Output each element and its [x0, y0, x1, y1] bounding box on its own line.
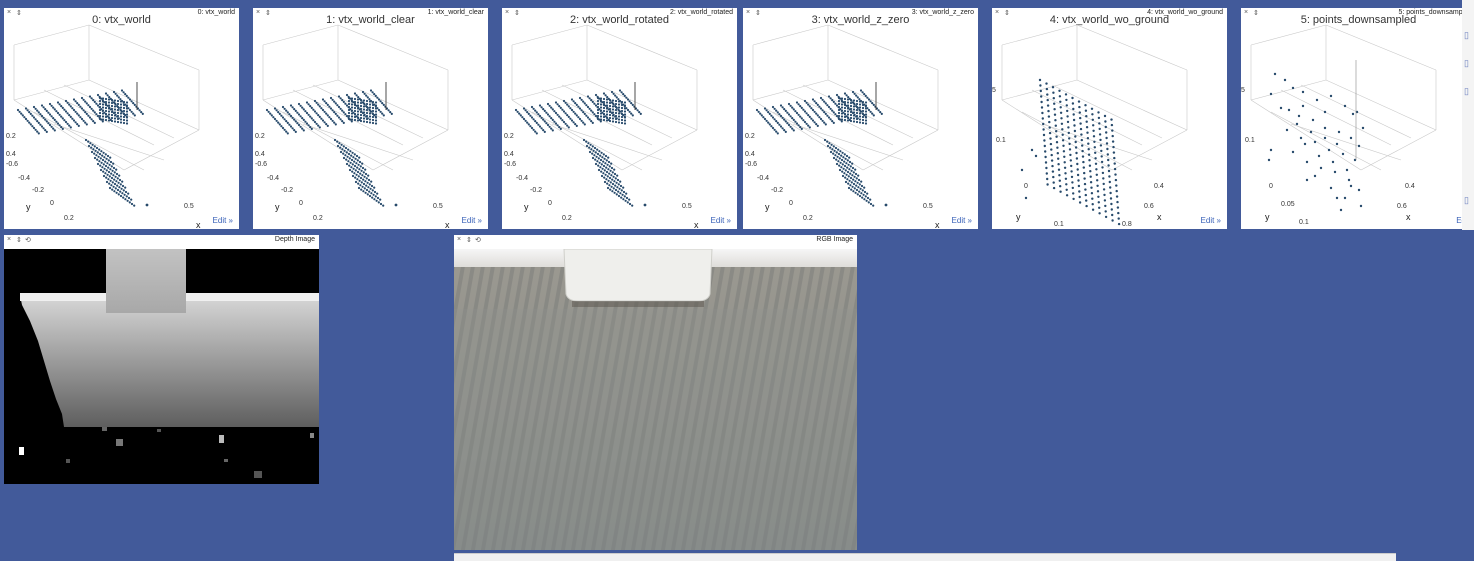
axis-tick: 0: [50, 200, 54, 207]
y-axis-label: y: [275, 202, 280, 212]
axis-tick: 0.2: [504, 133, 514, 140]
x-axis-label: x: [694, 220, 699, 229]
x-axis-label: x: [445, 220, 450, 229]
y-axis-label: y: [524, 202, 529, 212]
axis-tick: -0.4: [267, 175, 279, 182]
axis-box: [262, 24, 449, 171]
plot-window: × ⇕ 1: vtx_world_clear 1: vtx_world_clea…: [253, 8, 488, 229]
axis-tick: 0.1: [996, 137, 1006, 144]
rgb-window-tag: RGB Image: [816, 236, 853, 243]
axis-tick: -0.6: [6, 161, 18, 168]
plot-3d-canvas[interactable]: 0.20.4-0.6-0.4-0.200.20.40.5xy: [502, 20, 737, 229]
close-icon[interactable]: ×: [457, 236, 461, 243]
axis-tick: -0.4: [757, 175, 769, 182]
axis-tick: 0.4: [1154, 183, 1164, 190]
plot-3d-canvas[interactable]: 0.20.4-0.6-0.4-0.200.20.40.5xy: [4, 20, 239, 229]
axis-tick: 0.5: [433, 203, 443, 210]
plot-window: × ⇕ 2: vtx_world_rotated 2: vtx_world_ro…: [502, 8, 737, 229]
rgb-image-window: × ⇕ ⟲ RGB Image: [454, 235, 857, 550]
axis-tick: 0.4: [6, 151, 16, 158]
plot-3d-canvas[interactable]: 0.1 0 0.1 0.4 0.6 0.8 5 x y: [992, 20, 1227, 229]
axis-tick: 0: [1269, 183, 1273, 190]
axis-tick: -0.4: [18, 175, 30, 182]
axis-tick: -0.4: [516, 175, 528, 182]
axis-tick: -0.6: [255, 161, 267, 168]
axis-tick: 0.4: [1405, 183, 1415, 190]
axis-tick: 0.1: [1299, 219, 1309, 226]
axis-box: [752, 24, 939, 171]
plot-3d-canvas[interactable]: 0.20.4-0.6-0.4-0.200.20.40.5xy: [743, 20, 978, 229]
x-axis-label: x: [196, 220, 201, 229]
axis-box: [511, 24, 698, 171]
axis-tick: 0.5: [184, 203, 194, 210]
y-axis-label: y: [765, 202, 770, 212]
axis-tick: 0.5: [682, 203, 692, 210]
axis-tick: 0.2: [64, 215, 74, 222]
axis-tick: 0: [1024, 183, 1028, 190]
close-icon[interactable]: ×: [7, 236, 11, 243]
depth-window-titlebar: × ⇕ ⟲ Depth Image: [4, 235, 319, 247]
axis-tick: 0.2: [6, 133, 16, 140]
plot-3d-canvas[interactable]: 0.20.4-0.6-0.4-0.200.20.40.5xy: [253, 20, 488, 229]
resize-icon[interactable]: ⇕: [16, 236, 22, 244]
axis-box: [13, 24, 200, 171]
rgb-window-titlebar: × ⇕ ⟲ RGB Image: [454, 235, 857, 247]
point-cloud: [1267, 72, 1365, 212]
y-axis-label: y: [1016, 212, 1021, 222]
toolbar-icon[interactable]: ▯: [1464, 30, 1472, 40]
depth-window-tag: Depth Image: [274, 236, 315, 243]
axis-tick: 0.6: [1397, 203, 1407, 210]
axis-tick: 0.1: [1054, 221, 1064, 228]
plot-window: × ⇕ 3: vtx_world_z_zero 3: vtx_world_z_z…: [743, 8, 978, 229]
axis-tick: 0: [548, 200, 552, 207]
plot-window: × ⇕ 4: vtx_world_wo_ground 4: vtx_world_…: [992, 8, 1227, 229]
x-axis-label: x: [935, 220, 940, 229]
plot-3d-canvas[interactable]: 0.1 0 0.05 0.1 0.4 0.6 5 x y: [1241, 20, 1474, 229]
axis-tick: 0.4: [504, 151, 514, 158]
reset-icon[interactable]: ⟲: [475, 236, 481, 244]
axis-tick: 0.2: [255, 133, 265, 140]
axis-tick: -0.2: [771, 187, 783, 194]
axis-tick: 5: [1241, 87, 1245, 94]
axis-tick: -0.6: [745, 161, 757, 168]
resize-icon[interactable]: ⇕: [466, 236, 472, 244]
axis-tick: 0: [789, 200, 793, 207]
axis-tick: 0.4: [745, 151, 755, 158]
axis-box: [1250, 24, 1437, 171]
axis-tick: 5: [992, 87, 996, 94]
x-axis-label: x: [1157, 212, 1162, 222]
axis-tick: 0.2: [803, 215, 813, 222]
axis-tick: 0.05: [1281, 201, 1295, 208]
toolbar-icon[interactable]: ▯: [1464, 195, 1472, 205]
axis-tick: 0.6: [1144, 203, 1154, 210]
axis-tick: 0.8: [1122, 221, 1132, 228]
axis-tick: -0.6: [504, 161, 516, 168]
axis-tick: 0.4: [255, 151, 265, 158]
x-axis-label: x: [1406, 212, 1411, 222]
axis-tick: 0.1: [1245, 137, 1255, 144]
axis-tick: -0.2: [530, 187, 542, 194]
depth-image: [4, 249, 319, 484]
plot-window: × ⇕ 5: points_downsampled 5: points_down…: [1241, 8, 1474, 229]
axis-tick: 0.5: [923, 203, 933, 210]
reset-icon[interactable]: ⟲: [25, 236, 31, 244]
rgb-image: [454, 248, 857, 550]
axis-tick: 0.2: [745, 133, 755, 140]
axis-tick: 0.2: [562, 215, 572, 222]
point-cloud: [1020, 78, 1121, 226]
depth-image-window: × ⇕ ⟲ Depth Image: [4, 235, 319, 484]
toolbar-icon[interactable]: ▯: [1464, 86, 1472, 96]
axis-tick: 0: [299, 200, 303, 207]
right-toolbar: ▯ ▯ ▯ ▯: [1462, 0, 1474, 230]
plot-window: × ⇕ 0: vtx_world 0: vtx_world Edit » 0.2 0…: [4, 8, 239, 229]
axis-tick: -0.2: [32, 187, 44, 194]
y-axis-label: y: [1265, 212, 1270, 222]
toolbar-icon[interactable]: ▯: [1464, 58, 1472, 68]
axis-tick: -0.2: [281, 187, 293, 194]
y-axis-label: y: [26, 202, 31, 212]
axis-tick: 0.2: [313, 215, 323, 222]
